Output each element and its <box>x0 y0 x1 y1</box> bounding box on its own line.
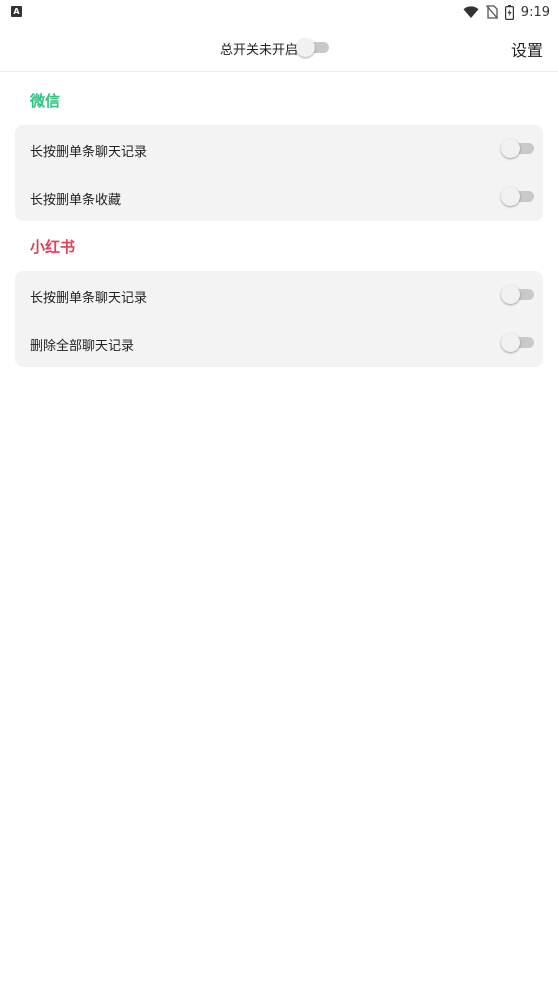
status-icons: 9:19 <box>463 2 550 22</box>
item-toggle[interactable] <box>501 138 535 158</box>
toggle-thumb <box>296 38 315 57</box>
item-toggle[interactable] <box>501 284 535 304</box>
item-toggle[interactable] <box>501 186 535 206</box>
list-item[interactable]: 删除全部聊天记录 <box>15 319 543 367</box>
master-switch-toggle[interactable] <box>296 37 330 57</box>
xiaohongshu-card: 长按删单条聊天记录 删除全部聊天记录 <box>15 271 543 367</box>
item-label: 删除全部聊天记录 <box>30 339 135 354</box>
master-switch-label: 总开关未开启 <box>220 43 299 58</box>
section-title-wechat: 微信 <box>30 92 61 110</box>
settings-button[interactable]: 设置 <box>511 37 543 61</box>
section-title-xiaohongshu: 小红书 <box>30 238 76 256</box>
toggle-thumb <box>501 187 520 206</box>
battery-icon <box>504 4 514 20</box>
item-toggle[interactable] <box>501 332 535 352</box>
toggle-thumb <box>501 139 520 158</box>
item-label: 长按删单条收藏 <box>30 193 122 208</box>
status-bar: A 9:19 <box>0 0 558 24</box>
list-item[interactable]: 长按删单条收藏 <box>15 173 543 221</box>
toggle-thumb <box>501 285 520 304</box>
item-label: 长按删单条聊天记录 <box>30 291 148 306</box>
notification-a-icon: A <box>11 6 22 17</box>
wechat-card: 长按删单条聊天记录 长按删单条收藏 <box>15 125 543 221</box>
app-header: 总开关未开启 设置 <box>0 24 558 72</box>
list-item[interactable]: 长按删单条聊天记录 <box>15 125 543 173</box>
toggle-thumb <box>501 333 520 352</box>
item-label: 长按删单条聊天记录 <box>30 145 148 160</box>
no-sim-icon <box>485 5 498 19</box>
clock: 9:19 <box>520 4 550 20</box>
wifi-icon <box>463 5 479 18</box>
list-item[interactable]: 长按删单条聊天记录 <box>15 271 543 319</box>
